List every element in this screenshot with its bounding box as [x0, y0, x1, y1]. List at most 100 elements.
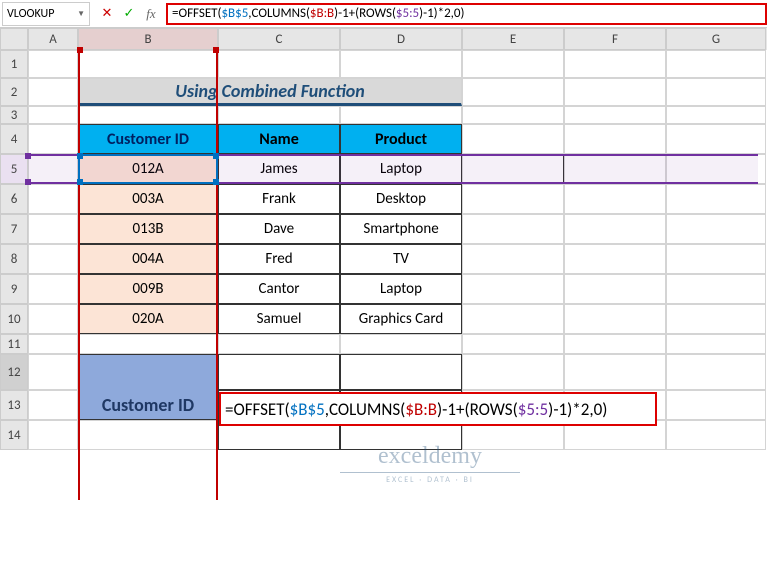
cell-A10[interactable]: [28, 304, 78, 334]
cell-B14[interactable]: [78, 420, 218, 450]
cell-E8[interactable]: [462, 244, 564, 274]
cell-B6[interactable]: 003A: [78, 184, 218, 214]
cell-F3[interactable]: [564, 106, 666, 124]
cell-C8[interactable]: Fred: [218, 244, 340, 274]
cell-D8[interactable]: TV: [340, 244, 462, 274]
customer-id-label[interactable]: Customer ID: [78, 390, 218, 420]
col-header-G[interactable]: G: [666, 28, 766, 50]
name-box[interactable]: VLOOKUP ▼: [2, 2, 90, 26]
cell-G10[interactable]: [666, 304, 766, 334]
cell-E6[interactable]: [462, 184, 564, 214]
cell-F1[interactable]: [564, 50, 666, 78]
cell-G2[interactable]: [666, 78, 766, 106]
cell-B5[interactable]: 012A: [78, 154, 218, 184]
cell-C3[interactable]: [218, 106, 340, 124]
cancel-icon[interactable]: ✕: [98, 5, 116, 23]
cell-E10[interactable]: [462, 304, 564, 334]
cell-E3[interactable]: [462, 106, 564, 124]
cell-B1[interactable]: [78, 50, 218, 78]
title-banner[interactable]: Using Combined Function: [78, 78, 462, 106]
select-all-corner[interactable]: [0, 28, 28, 50]
col-header-A[interactable]: A: [28, 28, 78, 50]
cell-F11[interactable]: [564, 334, 666, 354]
cell-E9[interactable]: [462, 274, 564, 304]
cell-G8[interactable]: [666, 244, 766, 274]
cell-A1[interactable]: [28, 50, 78, 78]
cell-E2[interactable]: [462, 78, 564, 106]
cell-G7[interactable]: [666, 214, 766, 244]
col-header-F[interactable]: F: [564, 28, 666, 50]
cell-B9[interactable]: 009B: [78, 274, 218, 304]
cell-A7[interactable]: [28, 214, 78, 244]
row-header-13[interactable]: 13: [0, 390, 28, 420]
cell-G12[interactable]: [666, 354, 766, 390]
row-header-2[interactable]: 2: [0, 78, 28, 106]
col-header-D[interactable]: D: [340, 28, 462, 50]
cell-E7[interactable]: [462, 214, 564, 244]
col-header-C[interactable]: C: [218, 28, 340, 50]
cell-C12[interactable]: [218, 354, 340, 390]
cell-A3[interactable]: [28, 106, 78, 124]
cell-F5[interactable]: [564, 154, 666, 184]
cell-B12[interactable]: [78, 354, 218, 390]
cell-E5[interactable]: [462, 154, 564, 184]
row-header-10[interactable]: 10: [0, 304, 28, 334]
row-header-6[interactable]: 6: [0, 184, 28, 214]
cell-D10[interactable]: Graphics Card: [340, 304, 462, 334]
cell-D3[interactable]: [340, 106, 462, 124]
row-header-12[interactable]: 12: [0, 354, 28, 390]
cell-G11[interactable]: [666, 334, 766, 354]
cell-C6[interactable]: Frank: [218, 184, 340, 214]
cell-G1[interactable]: [666, 50, 766, 78]
cell-B11[interactable]: [78, 334, 218, 354]
cell-D6[interactable]: Desktop: [340, 184, 462, 214]
cell-A4[interactable]: [28, 124, 78, 154]
formula-input[interactable]: =OFFSET($B$5,COLUMNS($B:B)-1+(ROWS($5:5)…: [166, 3, 767, 25]
cell-A5[interactable]: [28, 154, 78, 184]
row-header-1[interactable]: 1: [0, 50, 28, 78]
col-header-E[interactable]: E: [462, 28, 564, 50]
cell-E4[interactable]: [462, 124, 564, 154]
table-header-customer-id[interactable]: Customer ID: [78, 124, 218, 154]
col-header-B[interactable]: B: [78, 28, 218, 50]
cell-F7[interactable]: [564, 214, 666, 244]
cell-F9[interactable]: [564, 274, 666, 304]
cell-A14[interactable]: [28, 420, 78, 450]
cell-F4[interactable]: [564, 124, 666, 154]
cell-C5[interactable]: James: [218, 154, 340, 184]
cell-G4[interactable]: [666, 124, 766, 154]
cell-C7[interactable]: Dave: [218, 214, 340, 244]
cell-E11[interactable]: [462, 334, 564, 354]
cell-D5[interactable]: Laptop: [340, 154, 462, 184]
cell-A11[interactable]: [28, 334, 78, 354]
cell-E12[interactable]: [462, 354, 564, 390]
table-header-name[interactable]: Name: [218, 124, 340, 154]
cell-F8[interactable]: [564, 244, 666, 274]
cell-C11[interactable]: [218, 334, 340, 354]
cell-A12[interactable]: [28, 354, 78, 390]
cell-C1[interactable]: [218, 50, 340, 78]
cell-G14[interactable]: [666, 420, 766, 450]
cell-G9[interactable]: [666, 274, 766, 304]
cell-G3[interactable]: [666, 106, 766, 124]
cell-A6[interactable]: [28, 184, 78, 214]
cell-A13[interactable]: [28, 390, 78, 420]
cell-G5[interactable]: [666, 154, 766, 184]
fx-icon[interactable]: fx: [142, 5, 160, 23]
cell-D9[interactable]: Laptop: [340, 274, 462, 304]
row-header-11[interactable]: 11: [0, 334, 28, 354]
cell-B10[interactable]: 020A: [78, 304, 218, 334]
cell-A2[interactable]: [28, 78, 78, 106]
cell-F10[interactable]: [564, 304, 666, 334]
row-header-4[interactable]: 4: [0, 124, 28, 154]
cell-B3[interactable]: [78, 106, 218, 124]
row-header-7[interactable]: 7: [0, 214, 28, 244]
chevron-down-icon[interactable]: ▼: [77, 9, 85, 19]
cell-F12[interactable]: [564, 354, 666, 390]
row-header-5[interactable]: 5: [0, 154, 28, 184]
cell-F6[interactable]: [564, 184, 666, 214]
cell-G13[interactable]: [666, 390, 766, 420]
cell-C10[interactable]: Samuel: [218, 304, 340, 334]
active-cell-formula-overlay[interactable]: =OFFSET($B$5,COLUMNS($B:B)-1+(ROWS($5:5)…: [219, 392, 657, 426]
row-header-8[interactable]: 8: [0, 244, 28, 274]
